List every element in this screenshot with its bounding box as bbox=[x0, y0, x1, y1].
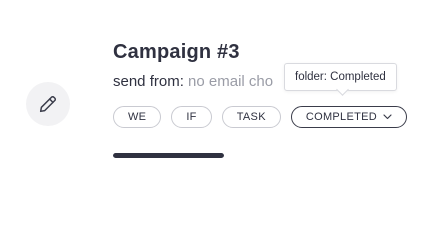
folder-dropdown-label: COMPLETED bbox=[305, 111, 377, 123]
tag-list: WE IF TASK COMPLETED bbox=[113, 106, 407, 128]
chevron-down-icon bbox=[383, 114, 392, 120]
folder-dropdown[interactable]: COMPLETED bbox=[290, 106, 407, 128]
progress-fill bbox=[113, 153, 224, 158]
progress-bar bbox=[113, 153, 224, 158]
sender-line: send from: no email cho bbox=[113, 73, 293, 90]
campaign-title: Campaign #3 bbox=[113, 41, 240, 63]
tag-we[interactable]: WE bbox=[113, 106, 162, 128]
sender-value: no email cho bbox=[188, 73, 274, 90]
pencil-icon bbox=[37, 93, 59, 115]
edit-button[interactable] bbox=[26, 82, 70, 126]
tag-label: TASK bbox=[236, 111, 266, 123]
tag-if[interactable]: IF bbox=[171, 106, 212, 128]
tag-label: IF bbox=[186, 111, 197, 123]
tag-task[interactable]: TASK bbox=[221, 106, 281, 128]
campaign-card: Campaign #3 send from: no email cho WE I… bbox=[0, 0, 435, 206]
sender-label: send from: bbox=[113, 73, 184, 90]
tag-label: WE bbox=[128, 111, 147, 123]
